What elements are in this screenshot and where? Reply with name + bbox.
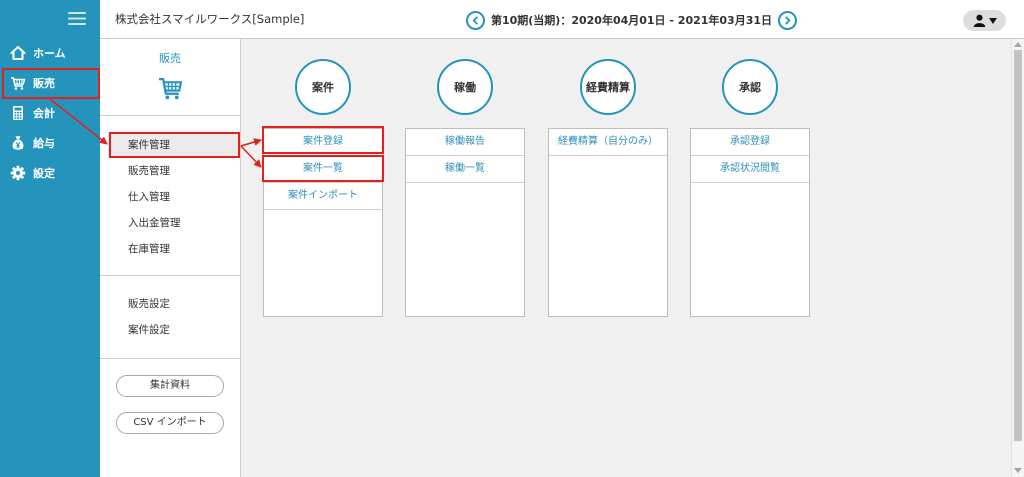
chevron-right-circle-icon[interactable] — [778, 10, 798, 30]
fiscal-period-selector: 第10期(当期)：2020年04月01日 - 2021年03月31日 — [441, 10, 822, 30]
approval-status-link[interactable]: 承認状況閲覧 — [691, 156, 809, 183]
submenu-title: 販売 — [159, 52, 181, 65]
user-icon — [973, 14, 986, 27]
submenu-item-sales-management[interactable]: 販売管理 — [108, 158, 240, 184]
cart-icon — [158, 76, 183, 101]
group-projects: 案件 案件登録 案件一覧 案件インポート — [263, 59, 383, 317]
group-circle-projects: 案件 — [295, 59, 351, 115]
group-title: 経費精算 — [586, 81, 630, 94]
sidebar-item-label: 給与 — [33, 137, 55, 150]
submenu-settings-list: 販売設定 案件設定 — [108, 291, 240, 343]
top-header: 株式会社スマイルワークス[Sample] 第10期(当期)：2020年04月01… — [100, 0, 1024, 39]
group-card-expenses: 経費精算（自分のみ） — [548, 128, 668, 317]
group-title: 案件 — [312, 81, 334, 94]
approval-register-link[interactable]: 承認登録 — [691, 129, 809, 156]
money-bag-icon — [10, 135, 26, 151]
submenu-divider — [100, 275, 240, 276]
project-register-link[interactable]: 案件登録 — [264, 129, 382, 156]
submenu-item-cash-management[interactable]: 入出金管理 — [108, 210, 240, 236]
submenu-divider — [100, 358, 240, 359]
submenu-item-project-management[interactable]: 案件管理 — [108, 132, 240, 158]
sidebar-item-sales[interactable]: 販売 — [0, 68, 100, 98]
vertical-scrollbar[interactable] — [1011, 39, 1024, 477]
sidebar-item-payroll[interactable]: 給与 — [0, 128, 100, 158]
home-icon — [10, 45, 26, 61]
scrollbar-thumb[interactable] — [1014, 50, 1022, 442]
submenu-item-purchase-management[interactable]: 仕入管理 — [108, 184, 240, 210]
calculator-icon — [10, 105, 26, 121]
csv-import-button[interactable]: CSV インポート — [116, 412, 224, 434]
caret-down-icon — [988, 18, 997, 24]
group-circle-expenses: 経費精算 — [580, 59, 636, 115]
summary-report-button[interactable]: 集計資料 — [116, 375, 224, 397]
sidebar-item-label: ホーム — [33, 47, 66, 60]
chevron-left-circle-icon[interactable] — [465, 10, 485, 30]
group-work: 稼働 稼働報告 稼働一覧 — [405, 59, 525, 317]
scroll-down-arrow-icon[interactable] — [1014, 468, 1022, 473]
work-list-link[interactable]: 稼働一覧 — [406, 156, 524, 183]
sidebar-item-accounting[interactable]: 会計 — [0, 98, 100, 128]
group-card-approval: 承認登録 承認状況閲覧 — [690, 128, 810, 317]
submenu-item-inventory-management[interactable]: 在庫管理 — [108, 236, 240, 262]
work-report-link[interactable]: 稼働報告 — [406, 129, 524, 156]
sidebar-item-settings[interactable]: 設定 — [0, 158, 100, 188]
hamburger-menu-icon[interactable] — [68, 11, 86, 26]
submenu-primary-list: 案件管理 販売管理 仕入管理 入出金管理 在庫管理 — [108, 132, 240, 262]
fiscal-period-label: 第10期(当期)：2020年04月01日 - 2021年03月31日 — [490, 14, 773, 27]
group-title: 承認 — [739, 81, 761, 94]
project-import-link[interactable]: 案件インポート — [264, 183, 382, 210]
group-title: 稼働 — [454, 81, 476, 94]
main-content: 案件 案件登録 案件一覧 案件インポート 稼働 稼働報告 稼働一覧 経費精算 経… — [241, 39, 1011, 477]
sidebar-item-home[interactable]: ホーム — [0, 38, 100, 68]
group-expenses: 経費精算 経費精算（自分のみ） — [548, 59, 668, 317]
group-circle-work: 稼働 — [437, 59, 493, 115]
sales-submenu: 販売 案件管理 販売管理 仕入管理 入出金管理 在庫管理 販売設定 案件設定 集… — [100, 39, 241, 477]
submenu-item-project-settings[interactable]: 案件設定 — [108, 317, 240, 343]
submenu-item-sales-settings[interactable]: 販売設定 — [108, 291, 240, 317]
company-name: 株式会社スマイルワークス[Sample] — [115, 12, 305, 26]
sidebar-item-label: 会計 — [33, 107, 55, 120]
sidebar: ホーム 販売 会計 給与 設定 — [0, 0, 100, 477]
group-circle-approval: 承認 — [722, 59, 778, 115]
expense-settlement-self-link[interactable]: 経費精算（自分のみ） — [549, 129, 667, 156]
project-list-link[interactable]: 案件一覧 — [264, 156, 382, 183]
sidebar-item-label: 設定 — [33, 167, 55, 180]
submenu-divider — [100, 115, 240, 116]
group-approval: 承認 承認登録 承認状況閲覧 — [690, 59, 810, 317]
scroll-up-arrow-icon[interactable] — [1014, 42, 1022, 47]
sidebar-item-label: 販売 — [33, 77, 55, 90]
user-menu-button[interactable] — [963, 10, 1006, 31]
group-card-work: 稼働報告 稼働一覧 — [405, 128, 525, 317]
group-card-projects: 案件登録 案件一覧 案件インポート — [263, 128, 383, 317]
gear-icon — [10, 165, 26, 181]
cart-icon — [10, 75, 26, 91]
